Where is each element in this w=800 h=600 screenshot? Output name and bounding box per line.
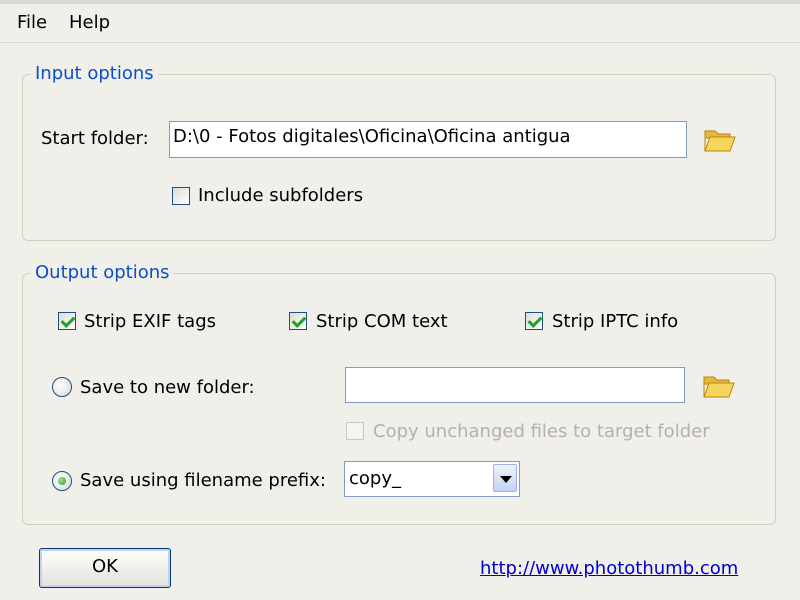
chevron-down-icon[interactable] — [493, 464, 517, 492]
strip-exif-checkbox[interactable] — [58, 312, 76, 330]
strip-exif-label: Strip EXIF tags — [84, 311, 217, 332]
start-folder-label: Start folder: — [41, 128, 149, 149]
strip-com-label: Strip COM text — [316, 311, 448, 332]
folder-open-icon[interactable] — [702, 371, 736, 401]
ok-button[interactable]: OK — [39, 548, 171, 588]
strip-iptc-label: Strip IPTC info — [552, 311, 679, 332]
output-options-title: Output options — [31, 262, 174, 283]
strip-iptc-checkbox[interactable] — [525, 312, 543, 330]
new-folder-input[interactable] — [345, 367, 685, 403]
save-prefix-radio[interactable] — [52, 471, 72, 491]
include-subfolders-checkbox[interactable] — [172, 187, 190, 205]
input-options-title: Input options — [31, 63, 158, 84]
copy-unchanged-checkbox[interactable] — [346, 422, 364, 440]
strip-com-checkbox[interactable] — [289, 312, 307, 330]
include-subfolders-label: Include subfolders — [198, 185, 364, 206]
menu-bar: File Help — [0, 4, 800, 43]
prefix-dropdown-value: copy_ — [349, 468, 401, 489]
prefix-dropdown[interactable]: copy_ — [344, 461, 520, 497]
save-new-folder-radio[interactable] — [52, 377, 72, 397]
website-link[interactable]: http://www.photothumb.com — [480, 558, 738, 579]
menu-help[interactable]: Help — [69, 12, 110, 33]
folder-open-icon[interactable] — [703, 125, 737, 155]
copy-unchanged-label: Copy unchanged files to target folder — [373, 421, 710, 442]
save-new-folder-label: Save to new folder: — [80, 377, 255, 398]
menu-file[interactable]: File — [17, 12, 47, 33]
start-folder-input[interactable]: D:\0 - Fotos digitales\Oficina\Oficina a… — [169, 121, 687, 158]
save-prefix-label: Save using filename prefix: — [80, 470, 326, 491]
